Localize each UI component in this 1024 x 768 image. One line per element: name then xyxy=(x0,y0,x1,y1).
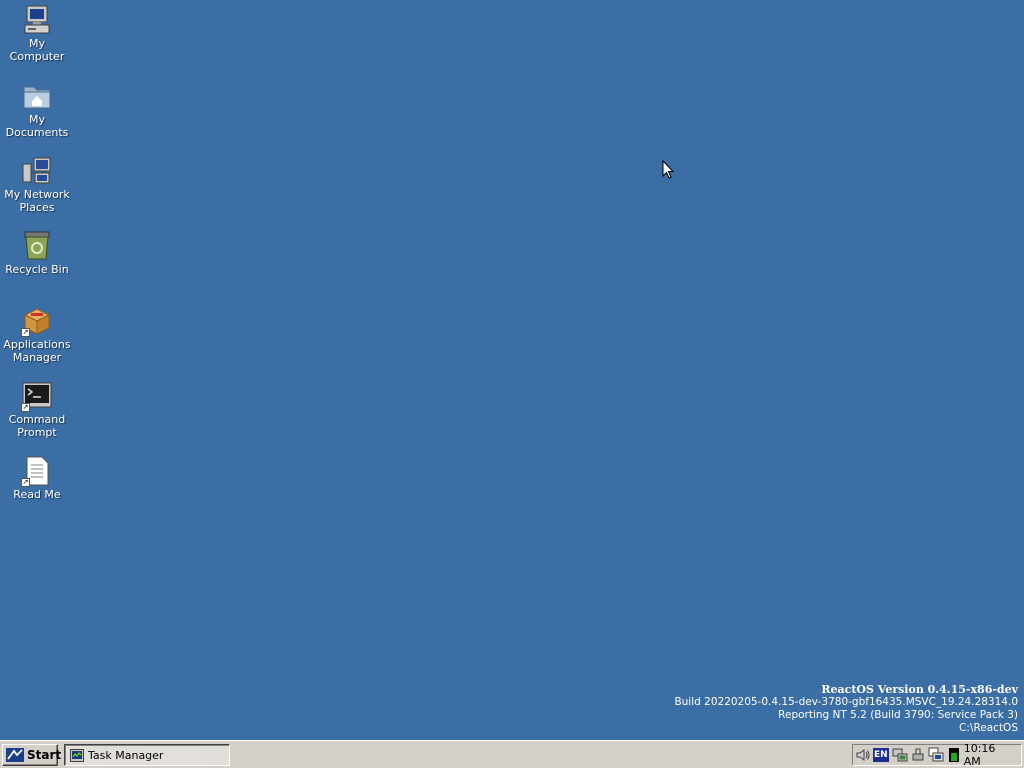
safely-remove-hardware-icon[interactable] xyxy=(910,747,926,763)
taskbar-item-task-manager[interactable]: Task Manager xyxy=(64,744,230,766)
desktop-icon-label: My Computer xyxy=(9,37,65,63)
system-tray: EN 10:16 AM xyxy=(852,742,1022,768)
applications-manager-icon: ↗ xyxy=(21,305,53,337)
desktop-icon-label: Applications Manager xyxy=(3,338,71,364)
shortcut-arrow-icon: ↗ xyxy=(21,328,30,337)
desktop-icon-read-me[interactable]: ↗ Read Me xyxy=(2,455,72,501)
desktop-icon-label: My Documents xyxy=(5,113,69,139)
desktop-icon-my-computer[interactable]: My Computer xyxy=(2,4,72,63)
recycle-bin-icon xyxy=(21,230,53,262)
desktop-icon-label: Recycle Bin xyxy=(5,263,69,276)
desktop-icon-recycle-bin[interactable]: Recycle Bin xyxy=(2,230,72,276)
desktop-icon-command-prompt[interactable]: ↗ Command Prompt xyxy=(2,380,72,439)
version-info: ReactOS Version 0.4.15-x86-dev Build 202… xyxy=(674,683,1018,735)
desktop-icon-label: Command Prompt xyxy=(8,413,66,439)
desktop-icon-label: My Network Places xyxy=(4,188,70,214)
reactos-logo-icon xyxy=(6,748,24,762)
desktop-icon-my-documents[interactable]: My Documents xyxy=(2,80,72,139)
desktop-icon-label: Read Me xyxy=(13,488,61,501)
start-label: Start xyxy=(27,748,62,762)
taskbar: Start Task Manager EN 10:16 AM xyxy=(0,740,1024,768)
version-build: Build 20220205-0.4.15-dev-3780-gbf16435.… xyxy=(674,696,1018,708)
desktop-icon-applications-manager[interactable]: ↗ Applications Manager xyxy=(2,305,72,364)
language-indicator[interactable]: EN xyxy=(873,748,889,762)
shortcut-arrow-icon: ↗ xyxy=(21,403,30,412)
task-manager-icon xyxy=(70,748,84,762)
mouse-cursor-icon xyxy=(662,159,675,179)
clock[interactable]: 10:16 AM xyxy=(964,742,1015,768)
version-title: ReactOS Version 0.4.15-x86-dev xyxy=(821,683,1018,696)
volume-icon[interactable] xyxy=(855,747,871,763)
cpu-usage-meter-icon[interactable] xyxy=(946,747,962,763)
network-connection-icon[interactable] xyxy=(892,747,908,763)
desktop-icon-my-network-places[interactable]: My Network Places xyxy=(2,155,72,214)
command-prompt-icon: ↗ xyxy=(21,380,53,412)
shortcut-arrow-icon: ↗ xyxy=(21,478,30,487)
display-settings-icon[interactable] xyxy=(928,747,944,763)
network-places-icon xyxy=(21,155,53,187)
version-path: C:\ReactOS xyxy=(959,722,1018,734)
documents-folder-icon xyxy=(21,80,53,112)
readme-document-icon: ↗ xyxy=(21,455,53,487)
version-reporting: Reporting NT 5.2 (Build 3790: Service Pa… xyxy=(778,709,1018,721)
task-label: Task Manager xyxy=(88,748,164,762)
computer-icon xyxy=(21,4,53,36)
start-button[interactable]: Start xyxy=(2,744,62,766)
desktop[interactable]: My Computer My Documents My Network Plac… xyxy=(0,0,1024,740)
